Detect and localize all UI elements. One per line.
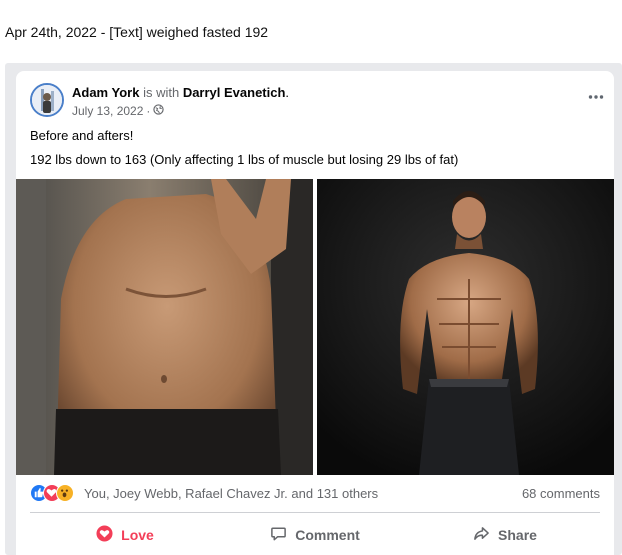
meta-separator: ·: [146, 104, 151, 118]
post-text-line-2: 192 lbs down to 163 (Only affecting 1 lb…: [30, 152, 459, 167]
post-header: Adam York is with Darryl Evanetich.: [72, 85, 289, 100]
comment-label: Comment: [295, 527, 360, 543]
comment-icon: [270, 525, 287, 545]
author-name[interactable]: Adam York: [72, 85, 139, 100]
reactions-summary: You, Joey Webb, Rafael Chavez Jr. and 13…: [30, 484, 600, 504]
post-meta: July 13, 2022 ·: [72, 104, 165, 118]
more-options-icon[interactable]: [588, 91, 604, 101]
embedded-post-frame: Adam York is with Darryl Evanetich. July…: [5, 63, 622, 555]
wow-reaction-icon: [56, 484, 74, 502]
post-photos: [16, 179, 614, 475]
post-caption: Apr 24th, 2022 - [Text] weighed fasted 1…: [5, 24, 269, 40]
globe-icon: [153, 104, 165, 118]
share-label: Share: [498, 527, 537, 543]
love-icon: [96, 525, 113, 545]
before-photo[interactable]: [16, 179, 313, 475]
tagged-suffix: .: [285, 85, 290, 100]
reaction-icons[interactable]: [30, 484, 78, 502]
reaction-names[interactable]: You, Joey Webb, Rafael Chavez Jr. and 13…: [84, 486, 378, 501]
share-button[interactable]: Share: [410, 517, 600, 553]
post-date[interactable]: July 13, 2022: [72, 104, 143, 118]
love-button[interactable]: Love: [30, 517, 220, 553]
comment-button[interactable]: Comment: [220, 517, 410, 553]
facebook-post-card: Adam York is with Darryl Evanetich. July…: [16, 71, 614, 555]
share-icon: [473, 525, 490, 545]
author-avatar[interactable]: [30, 83, 64, 117]
comments-count[interactable]: 68 comments: [522, 486, 600, 501]
with-text: is with: [143, 85, 180, 100]
post-actions: Love Comment Share: [16, 517, 614, 553]
love-label: Love: [121, 527, 154, 543]
after-photo[interactable]: [317, 179, 614, 475]
tagged-user[interactable]: Darryl Evanetich: [183, 85, 286, 100]
post-text-line-1: Before and afters!: [30, 128, 134, 143]
actions-divider: [30, 512, 600, 513]
